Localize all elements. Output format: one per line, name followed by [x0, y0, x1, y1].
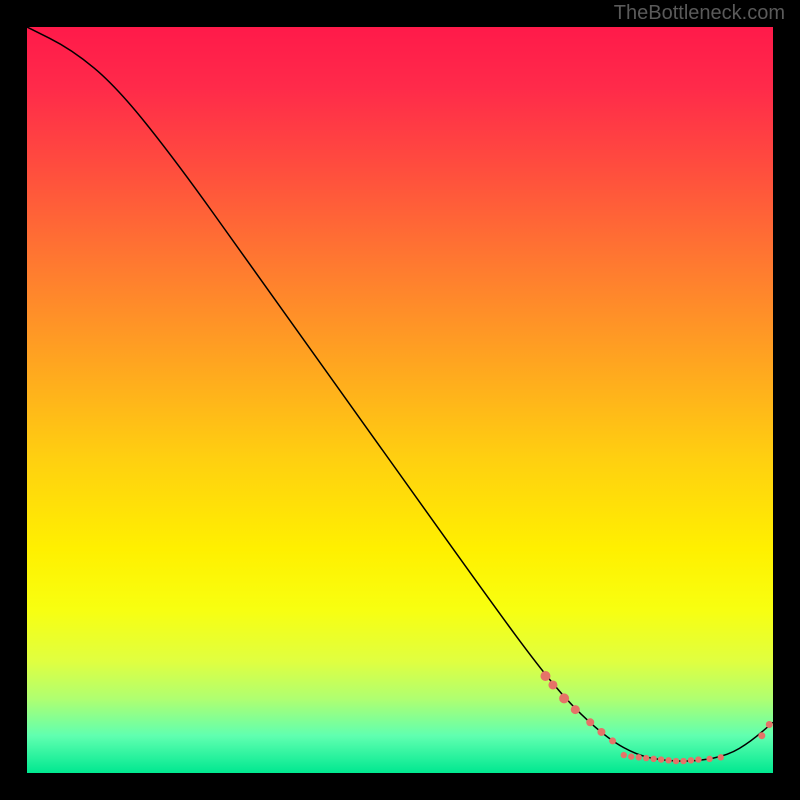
- data-point: [621, 752, 627, 758]
- data-point: [571, 705, 580, 714]
- data-point: [636, 754, 642, 760]
- data-point: [548, 680, 557, 689]
- data-point: [706, 756, 712, 762]
- data-point: [718, 754, 724, 760]
- data-point: [758, 732, 765, 739]
- data-point: [650, 756, 656, 762]
- data-point: [609, 737, 616, 744]
- data-point: [559, 693, 569, 703]
- watermark-text: TheBottleneck.com: [614, 2, 785, 25]
- chart-svg: [27, 27, 773, 773]
- data-point: [665, 757, 671, 763]
- bottleneck-curve: [27, 27, 773, 761]
- data-point: [540, 671, 550, 681]
- data-point: [688, 757, 694, 763]
- data-point: [673, 758, 679, 764]
- data-point: [586, 718, 594, 726]
- chart-plot-area: [27, 27, 773, 773]
- data-point: [628, 753, 634, 759]
- data-point: [658, 756, 664, 762]
- data-point: [680, 758, 686, 764]
- data-points-group: [540, 671, 772, 764]
- data-point: [597, 728, 605, 736]
- data-point: [695, 756, 701, 762]
- data-point: [766, 721, 773, 728]
- data-point: [643, 755, 649, 761]
